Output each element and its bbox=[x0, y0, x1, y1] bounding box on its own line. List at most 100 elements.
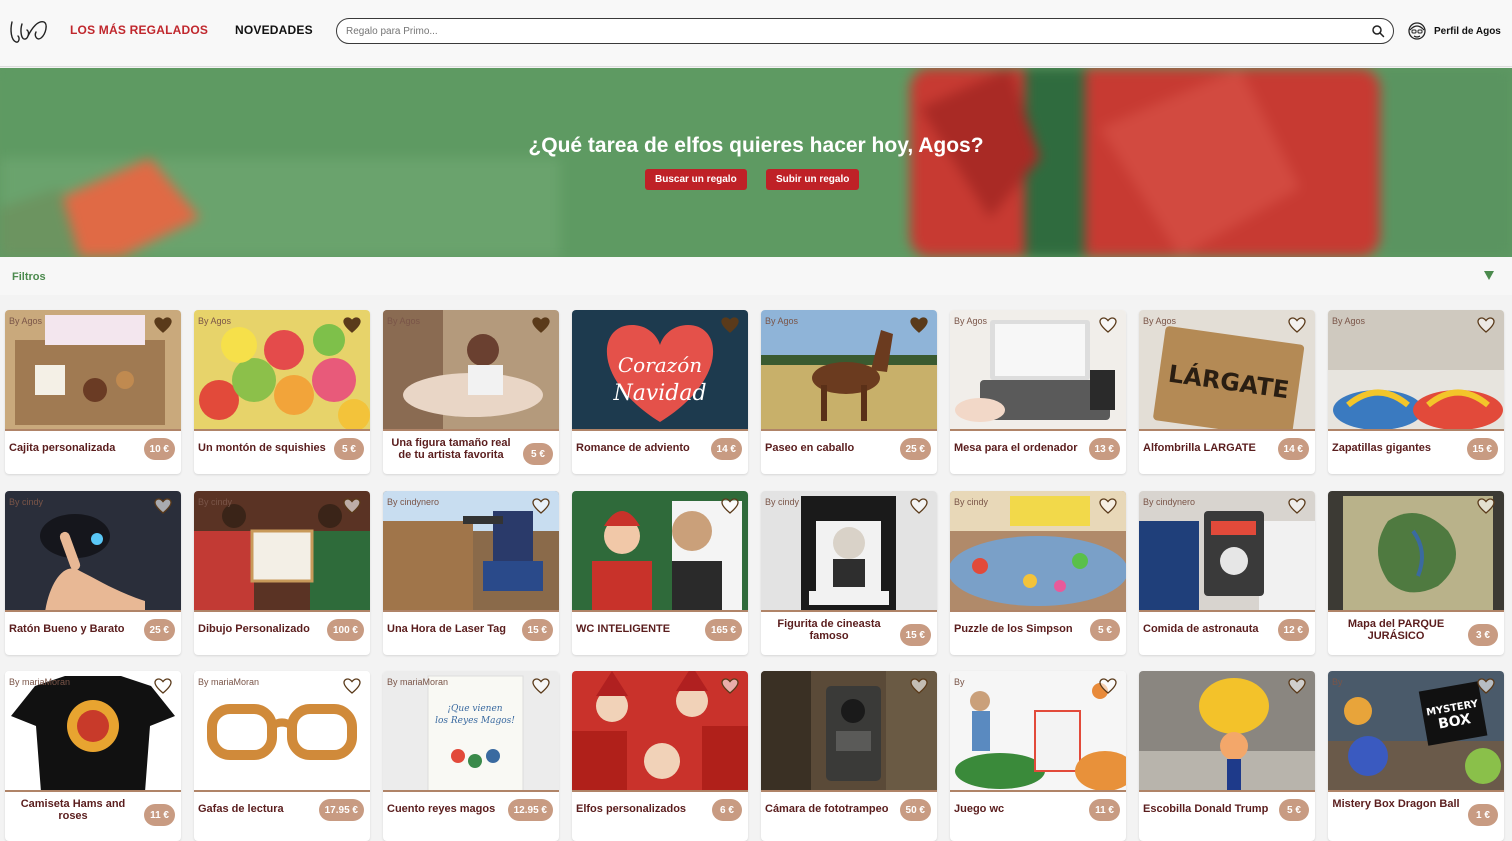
product-author: By Agos bbox=[198, 316, 232, 326]
svg-text:los Reyes Magos!: los Reyes Magos! bbox=[435, 716, 515, 726]
price-badge: 25 € bbox=[143, 619, 175, 641]
product-name[interactable]: Alfombrilla LARGATE bbox=[1143, 442, 1271, 454]
heart-icon[interactable] bbox=[910, 317, 928, 333]
product-name[interactable]: Dibujo Personalizado bbox=[198, 623, 326, 635]
search-input[interactable] bbox=[346, 23, 1346, 39]
product-name[interactable]: Elfos personalizados bbox=[576, 803, 704, 815]
price-badge: 15 € bbox=[521, 619, 553, 641]
product-name[interactable]: Comida de astronauta bbox=[1143, 623, 1271, 635]
product-author: By cindynero bbox=[387, 497, 440, 507]
product-footer: Escobilla Donald Trump 5 € bbox=[1139, 794, 1315, 835]
product-card[interactable]: By cindy Dibujo Personalizado 100 € bbox=[194, 491, 370, 655]
filters-label[interactable]: Filtros bbox=[12, 271, 46, 283]
product-name[interactable]: Figurita de cineasta famoso bbox=[765, 618, 893, 642]
product-name[interactable]: Romance de adviento bbox=[576, 442, 704, 454]
profile-label: Perfil de Agos bbox=[1434, 25, 1501, 37]
heart-icon[interactable] bbox=[1477, 498, 1495, 514]
product-card[interactable]: Mapa del PARQUE JURÁSICO 3 € bbox=[1328, 491, 1504, 655]
product-author: By Agos bbox=[954, 316, 988, 326]
heart-icon[interactable] bbox=[1477, 317, 1495, 333]
product-author: By mariaMoran bbox=[198, 677, 260, 687]
nav-new[interactable]: NOVEDADES bbox=[235, 23, 313, 37]
product-card[interactable]: By Agos Cajita personalizada 10 € bbox=[5, 310, 181, 474]
product-name[interactable]: Gafas de lectura bbox=[198, 803, 326, 815]
heart-icon[interactable] bbox=[1288, 678, 1306, 694]
heart-icon[interactable] bbox=[532, 317, 550, 333]
heart-icon[interactable] bbox=[910, 498, 928, 514]
product-card[interactable]: By Agos Paseo en caballo 25 € bbox=[761, 310, 937, 474]
product-card[interactable]: By Agos Mesa para el ordenador 13 € bbox=[950, 310, 1126, 474]
heart-icon[interactable] bbox=[721, 678, 739, 694]
product-card[interactable]: WC INTELIGENTE 165 € bbox=[572, 491, 748, 655]
product-card[interactable]: By cindynero Una Hora de Laser Tag 15 € bbox=[383, 491, 559, 655]
chevron-down-icon[interactable] bbox=[1484, 271, 1494, 280]
upload-gift-button[interactable]: Subir un regalo bbox=[766, 169, 860, 190]
heart-icon[interactable] bbox=[1288, 317, 1306, 333]
heart-icon[interactable] bbox=[154, 498, 172, 514]
product-footer: Camiseta Hams and roses 11 € bbox=[5, 794, 181, 835]
product-name[interactable]: Cámara de fototrampeo bbox=[765, 803, 893, 815]
search-gift-button[interactable]: Buscar un regalo bbox=[645, 169, 747, 190]
product-card[interactable]: By Juego wc 11 € bbox=[950, 671, 1126, 841]
product-footer: Zapatillas gigantes 15 € bbox=[1328, 433, 1504, 474]
heart-icon[interactable] bbox=[154, 678, 172, 694]
product-card[interactable]: By Agos Zapatillas gigantes 15 € bbox=[1328, 310, 1504, 474]
product-name[interactable]: WC INTELIGENTE bbox=[576, 623, 704, 635]
heart-icon[interactable] bbox=[343, 317, 361, 333]
product-name[interactable]: Escobilla Donald Trump bbox=[1143, 803, 1271, 815]
search-icon[interactable] bbox=[1371, 24, 1385, 38]
product-footer: Cajita personalizada 10 € bbox=[5, 433, 181, 474]
product-card[interactable]: Cámara de fototrampeo 50 € bbox=[761, 671, 937, 841]
heart-icon[interactable] bbox=[1099, 498, 1117, 514]
product-card[interactable]: By cindynero Comida de astronauta 12 € bbox=[1139, 491, 1315, 655]
product-name[interactable]: Una figura tamaño real de tu artista fav… bbox=[387, 437, 515, 461]
profile-link[interactable]: Perfil de Agos bbox=[1406, 19, 1501, 43]
product-card[interactable]: By mariaMoran Gafas de lectura 17.95 € bbox=[194, 671, 370, 841]
product-name[interactable]: Juego wc bbox=[954, 803, 1082, 815]
heart-icon[interactable] bbox=[721, 317, 739, 333]
product-card[interactable]: MYSTERY BOX By Mistery Box Dragon Ball 1 € bbox=[1328, 671, 1504, 841]
heart-icon[interactable] bbox=[1477, 678, 1495, 694]
product-name[interactable]: Mapa del PARQUE JURÁSICO bbox=[1332, 618, 1460, 642]
product-footer: Cámara de fototrampeo 50 € bbox=[761, 794, 937, 835]
product-name[interactable]: Camiseta Hams and roses bbox=[9, 798, 137, 822]
product-card[interactable]: LÁRGATE By Agos Alfombrilla LARGATE 14 € bbox=[1139, 310, 1315, 474]
product-name[interactable]: Ratón Bueno y Barato bbox=[9, 623, 137, 635]
heart-icon[interactable] bbox=[1099, 678, 1117, 694]
product-name[interactable]: Cajita personalizada bbox=[9, 442, 137, 454]
product-card[interactable]: Corazón Navidad Romance de adviento 14 € bbox=[572, 310, 748, 474]
product-author: By bbox=[954, 677, 965, 687]
product-card[interactable]: By cindy Figurita de cineasta famoso 15 € bbox=[761, 491, 937, 655]
product-name[interactable]: Puzzle de los Simpson bbox=[954, 623, 1082, 635]
price-badge: 14 € bbox=[710, 438, 742, 460]
product-name[interactable]: Una Hora de Laser Tag bbox=[387, 623, 515, 635]
product-name[interactable]: Un montón de squishies bbox=[198, 442, 326, 454]
product-card[interactable]: By Agos Una figura tamaño real de tu arti… bbox=[383, 310, 559, 474]
product-name[interactable]: Mistery Box Dragon Ball bbox=[1332, 798, 1460, 810]
product-footer: Paseo en caballo 25 € bbox=[761, 433, 937, 474]
product-card[interactable]: By Agos Un montón de squishies 5 € bbox=[194, 310, 370, 474]
product-name[interactable]: Zapatillas gigantes bbox=[1332, 442, 1460, 454]
product-card[interactable]: Escobilla Donald Trump 5 € bbox=[1139, 671, 1315, 841]
filters-bar: Filtros bbox=[0, 257, 1512, 295]
product-card[interactable]: By mariaMoran Camiseta Hams and roses 11 € bbox=[5, 671, 181, 841]
product-card[interactable]: By cindy Ratón Bueno y Barato 25 € bbox=[5, 491, 181, 655]
heart-icon[interactable] bbox=[910, 678, 928, 694]
product-card[interactable]: Elfos personalizados 6 € bbox=[572, 671, 748, 841]
product-card[interactable]: By cindy Puzzle de los Simpson 5 € bbox=[950, 491, 1126, 655]
heart-icon[interactable] bbox=[1288, 498, 1306, 514]
heart-icon[interactable] bbox=[343, 678, 361, 694]
site-logo-icon[interactable] bbox=[8, 14, 50, 48]
heart-icon[interactable] bbox=[154, 317, 172, 333]
product-name[interactable]: Paseo en caballo bbox=[765, 442, 893, 454]
nav-most-gifted[interactable]: LOS MÁS REGALADOS bbox=[70, 23, 208, 37]
product-name[interactable]: Mesa para el ordenador bbox=[954, 442, 1082, 454]
heart-icon[interactable] bbox=[532, 678, 550, 694]
heart-icon[interactable] bbox=[343, 498, 361, 514]
product-name[interactable]: Cuento reyes magos bbox=[387, 803, 515, 815]
price-badge: 12 € bbox=[1277, 619, 1309, 641]
heart-icon[interactable] bbox=[532, 498, 550, 514]
heart-icon[interactable] bbox=[721, 498, 739, 514]
heart-icon[interactable] bbox=[1099, 317, 1117, 333]
product-card[interactable]: ¡Que vienen los Reyes Magos! By mariaMoran… bbox=[383, 671, 559, 841]
